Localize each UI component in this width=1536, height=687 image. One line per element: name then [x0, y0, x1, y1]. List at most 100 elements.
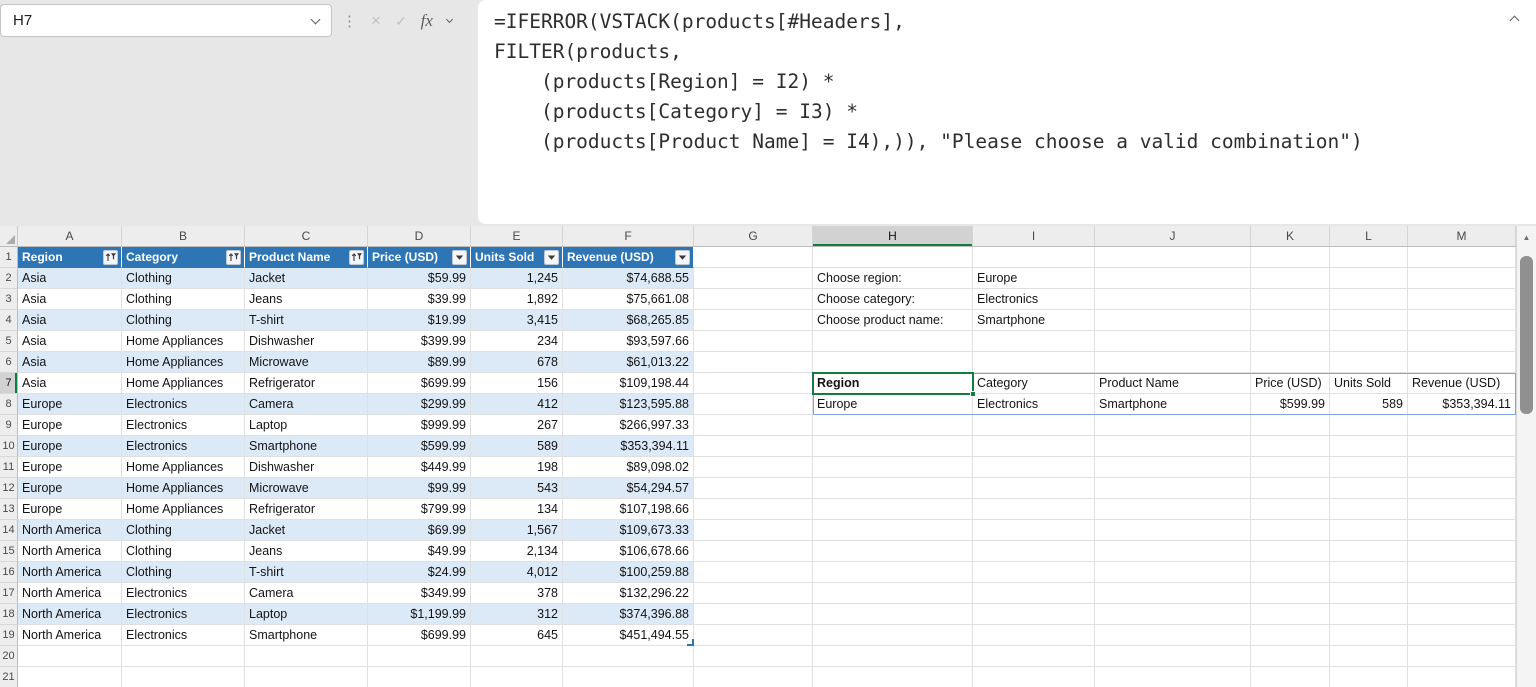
- cell-D11[interactable]: $449.99: [368, 457, 471, 478]
- cell-C5[interactable]: Dishwasher: [245, 331, 368, 352]
- cell-G16[interactable]: [694, 562, 813, 583]
- cell-M15[interactable]: [1408, 541, 1516, 562]
- cell-L16[interactable]: [1330, 562, 1408, 583]
- cell-L2[interactable]: [1330, 268, 1408, 289]
- cell-G9[interactable]: [694, 415, 813, 436]
- cell-D19[interactable]: $699.99: [368, 625, 471, 646]
- cell-K6[interactable]: [1251, 352, 1330, 373]
- cell-D1[interactable]: Price (USD): [368, 247, 471, 268]
- cell-M9[interactable]: [1408, 415, 1516, 436]
- column-header-I[interactable]: I: [973, 226, 1095, 246]
- cell-E19[interactable]: 645: [471, 625, 563, 646]
- cell-E21[interactable]: [471, 667, 563, 687]
- cell-C16[interactable]: T-shirt: [245, 562, 368, 583]
- cell-E14[interactable]: 1,567: [471, 520, 563, 541]
- cell-M5[interactable]: [1408, 331, 1516, 352]
- cell-A14[interactable]: North America: [18, 520, 122, 541]
- cell-G10[interactable]: [694, 436, 813, 457]
- cell-M12[interactable]: [1408, 478, 1516, 499]
- cell-E4[interactable]: 3,415: [471, 310, 563, 331]
- row-header-12[interactable]: 12: [0, 478, 18, 499]
- cell-A6[interactable]: Asia: [18, 352, 122, 373]
- cell-M11[interactable]: [1408, 457, 1516, 478]
- cell-M13[interactable]: [1408, 499, 1516, 520]
- cell-G3[interactable]: [694, 289, 813, 310]
- cell-B9[interactable]: Electronics: [122, 415, 245, 436]
- cell-B16[interactable]: Clothing: [122, 562, 245, 583]
- cell-C3[interactable]: Jeans: [245, 289, 368, 310]
- cell-K10[interactable]: [1251, 436, 1330, 457]
- cell-F18[interactable]: $374,396.88: [563, 604, 694, 625]
- cell-A21[interactable]: [18, 667, 122, 687]
- cell-H6[interactable]: [813, 352, 973, 373]
- cell-M7[interactable]: Revenue (USD): [1408, 373, 1516, 394]
- cell-B2[interactable]: Clothing: [122, 268, 245, 289]
- row-header-8[interactable]: 8: [0, 394, 18, 415]
- cell-L8[interactable]: 589: [1330, 394, 1408, 415]
- cell-E10[interactable]: 589: [471, 436, 563, 457]
- cell-B11[interactable]: Home Appliances: [122, 457, 245, 478]
- cell-J14[interactable]: [1095, 520, 1251, 541]
- cell-D15[interactable]: $49.99: [368, 541, 471, 562]
- cell-G14[interactable]: [694, 520, 813, 541]
- cell-I14[interactable]: [973, 520, 1095, 541]
- cell-F9[interactable]: $266,997.33: [563, 415, 694, 436]
- cell-H16[interactable]: [813, 562, 973, 583]
- cell-B15[interactable]: Clothing: [122, 541, 245, 562]
- cell-D3[interactable]: $39.99: [368, 289, 471, 310]
- cell-H17[interactable]: [813, 583, 973, 604]
- cell-J4[interactable]: [1095, 310, 1251, 331]
- cell-F17[interactable]: $132,296.22: [563, 583, 694, 604]
- cell-E9[interactable]: 267: [471, 415, 563, 436]
- row-header-10[interactable]: 10: [0, 436, 18, 457]
- table-resize-handle[interactable]: [687, 639, 694, 646]
- cell-M8[interactable]: $353,394.11: [1408, 394, 1516, 415]
- cell-G4[interactable]: [694, 310, 813, 331]
- cell-F1[interactable]: Revenue (USD): [563, 247, 694, 268]
- cell-M2[interactable]: [1408, 268, 1516, 289]
- cell-J20[interactable]: [1095, 646, 1251, 667]
- cell-E13[interactable]: 134: [471, 499, 563, 520]
- cell-D9[interactable]: $999.99: [368, 415, 471, 436]
- cell-I12[interactable]: [973, 478, 1095, 499]
- cell-E8[interactable]: 412: [471, 394, 563, 415]
- cell-M6[interactable]: [1408, 352, 1516, 373]
- column-header-E[interactable]: E: [471, 226, 563, 246]
- cell-I20[interactable]: [973, 646, 1095, 667]
- cell-I8[interactable]: Electronics: [973, 394, 1095, 415]
- cell-F20[interactable]: [563, 646, 694, 667]
- cell-H5[interactable]: [813, 331, 973, 352]
- cell-G7[interactable]: [694, 373, 813, 394]
- row-header-2[interactable]: 2: [0, 268, 18, 289]
- cell-L15[interactable]: [1330, 541, 1408, 562]
- cell-L21[interactable]: [1330, 667, 1408, 687]
- cell-I4[interactable]: Smartphone: [973, 310, 1095, 331]
- cell-C2[interactable]: Jacket: [245, 268, 368, 289]
- cell-B13[interactable]: Home Appliances: [122, 499, 245, 520]
- cell-E7[interactable]: 156: [471, 373, 563, 394]
- formula-input[interactable]: =IFERROR(VSTACK(products[#Headers],FILTE…: [478, 0, 1536, 224]
- cell-J8[interactable]: Smartphone: [1095, 394, 1251, 415]
- cell-B4[interactable]: Clothing: [122, 310, 245, 331]
- cell-K20[interactable]: [1251, 646, 1330, 667]
- cell-F11[interactable]: $89,098.02: [563, 457, 694, 478]
- cell-F7[interactable]: $109,198.44: [563, 373, 694, 394]
- cell-C4[interactable]: T-shirt: [245, 310, 368, 331]
- cell-B20[interactable]: [122, 646, 245, 667]
- cell-K21[interactable]: [1251, 667, 1330, 687]
- cell-E20[interactable]: [471, 646, 563, 667]
- cell-J13[interactable]: [1095, 499, 1251, 520]
- cell-A4[interactable]: Asia: [18, 310, 122, 331]
- cell-I2[interactable]: Europe: [973, 268, 1095, 289]
- cell-E11[interactable]: 198: [471, 457, 563, 478]
- cell-K8[interactable]: $599.99: [1251, 394, 1330, 415]
- insert-function-icon[interactable]: fx: [421, 11, 433, 31]
- cell-A19[interactable]: North America: [18, 625, 122, 646]
- cell-K15[interactable]: [1251, 541, 1330, 562]
- cell-L7[interactable]: Units Sold: [1330, 373, 1408, 394]
- cell-G15[interactable]: [694, 541, 813, 562]
- cell-L18[interactable]: [1330, 604, 1408, 625]
- row-header-17[interactable]: 17: [0, 583, 18, 604]
- cell-G17[interactable]: [694, 583, 813, 604]
- cell-A8[interactable]: Europe: [18, 394, 122, 415]
